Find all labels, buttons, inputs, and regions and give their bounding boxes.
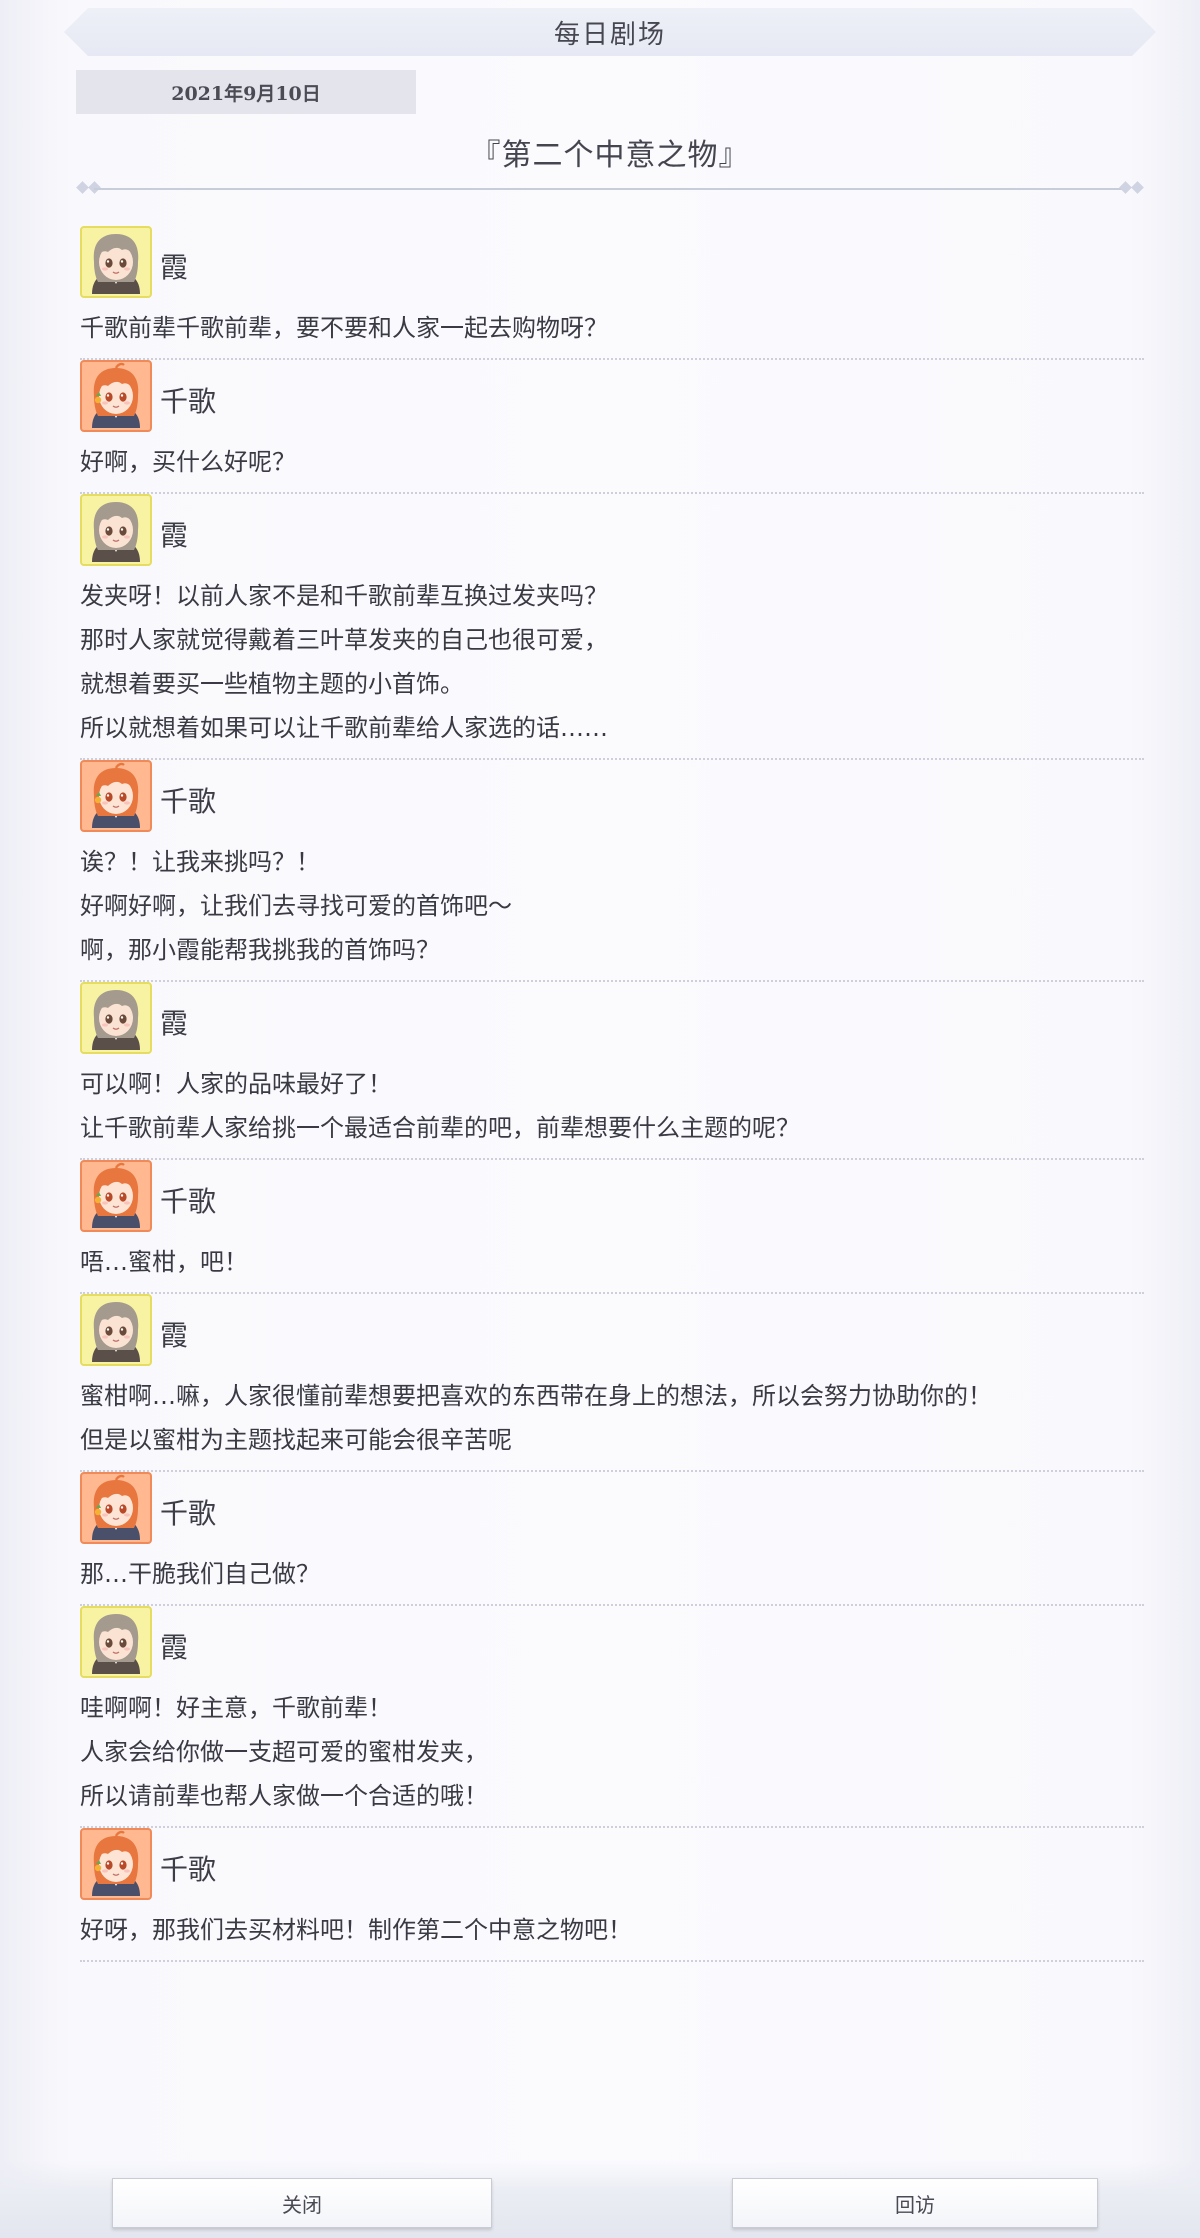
chika-avatar-icon [80, 1828, 152, 1900]
speaker-row: 千歌 [80, 1472, 1144, 1544]
dialogue-entry: 霞哇啊啊！好主意，千歌前辈！ 人家会给你做一支超可爱的蜜柑发夹， 所以请前辈也帮人家… [80, 1606, 1144, 1828]
chika-avatar-icon [80, 1472, 152, 1544]
divider-diamond-left-outer [76, 181, 89, 194]
speaker-row: 霞 [80, 982, 1144, 1054]
dialogue-entry: 霞蜜柑啊…嘛，人家很懂前辈想要把喜欢的东西带在身上的想法，所以会努力协助你的！ 但… [80, 1294, 1144, 1472]
dialogue-line: 但是以蜜柑为主题找起来可能会很辛苦呢 [80, 1426, 512, 1454]
kasumi-avatar-icon [80, 1294, 152, 1366]
dialogue-line: 好啊好啊，让我们去寻找可爱的首饰吧～ [80, 892, 512, 920]
dialogue-line: 人家会给你做一支超可爱的蜜柑发夹， [80, 1738, 488, 1766]
dialogue-lines: 好呀，那我们去买材料吧！制作第二个中意之物吧！ [80, 1900, 1144, 1960]
dialogue-lines: 蜜柑啊…嘛，人家很懂前辈想要把喜欢的东西带在身上的想法，所以会努力协助你的！ 但是… [80, 1366, 1144, 1470]
dialogue-entry: 千歌好呀，那我们去买材料吧！制作第二个中意之物吧！ [80, 1828, 1144, 1962]
close-button[interactable]: 关闭 [112, 2178, 492, 2228]
speaker-row: 霞 [80, 226, 1144, 298]
speaker-name: 霞 [160, 519, 189, 552]
dialogue-line: 好啊，买什么好呢？ [80, 448, 296, 476]
speaker-name: 千歌 [160, 385, 217, 418]
dialogue-line: 发夹呀！以前人家不是和千歌前辈互换过发夹吗？ [80, 582, 608, 610]
dialogue-lines: 发夹呀！以前人家不是和千歌前辈互换过发夹吗？ 那时人家就觉得戴着三叶草发夹的自己也… [80, 566, 1144, 758]
dialogue-entry: 霞千歌前辈千歌前辈，要不要和人家一起去购物呀？ [80, 226, 1144, 360]
chika-avatar-icon [80, 1160, 152, 1232]
kasumi-avatar-icon [80, 982, 152, 1054]
dialogue-entry: 千歌诶？！让我来挑吗？！ 好啊好啊，让我们去寻找可爱的首饰吧～ 啊，那小霞能帮我挑我… [80, 760, 1144, 982]
dialogue-line: 啊，那小霞能帮我挑我的首饰吗？ [80, 936, 440, 964]
kasumi-avatar-icon [80, 1606, 152, 1678]
date-box: 2021年9月10日 [76, 70, 416, 114]
divider-diamond-right-inner [1119, 181, 1132, 194]
speaker-name: 霞 [160, 1007, 189, 1040]
speaker-name: 千歌 [160, 1185, 217, 1218]
speaker-row: 千歌 [80, 760, 1144, 832]
dialogue-lines: 好啊，买什么好呢？ [80, 432, 1144, 492]
conversation-list[interactable]: 霞千歌前辈千歌前辈，要不要和人家一起去购物呀？ 千歌 好啊，买什么好呢？霞发夹呀！以… [80, 226, 1144, 1962]
dialogue-lines: 诶？！让我来挑吗？！ 好啊好啊，让我们去寻找可爱的首饰吧～ 啊，那小霞能帮我挑我的首… [80, 832, 1144, 980]
dialogue-lines: 唔…蜜柑，吧！ [80, 1232, 1144, 1292]
speaker-name: 霞 [160, 1319, 189, 1352]
dialogue-entry: 霞发夹呀！以前人家不是和千歌前辈互换过发夹吗？ 那时人家就觉得戴着三叶草发夹的自己… [80, 494, 1144, 760]
speaker-row: 霞 [80, 494, 1144, 566]
dialogue-line: 蜜柑啊…嘛，人家很懂前辈想要把喜欢的东西带在身上的想法，所以会努力协助你的！ [80, 1382, 992, 1410]
kasumi-avatar-icon [80, 226, 152, 298]
speaker-row: 千歌 [80, 1828, 1144, 1900]
divider-line [94, 188, 1126, 190]
revisit-button[interactable]: 回访 [732, 2178, 1098, 2228]
dialogue-lines: 可以啊！人家的品味最好了！ 让千歌前辈人家给挑一个最适合前辈的吧，前辈想要什么主题… [80, 1054, 1144, 1158]
dialogue-line: 诶？！让我来挑吗？！ [80, 848, 320, 876]
dialogue-line: 让千歌前辈人家给挑一个最适合前辈的吧，前辈想要什么主题的呢？ [80, 1114, 800, 1142]
title-divider [76, 180, 1144, 198]
speaker-name: 千歌 [160, 785, 217, 818]
dialogue-line: 所以就想着如果可以让千歌前辈给人家选的话…… [80, 714, 608, 742]
speaker-row: 千歌 [80, 1160, 1144, 1232]
dialogue-line: 就想着要买一些植物主题的小首饰。 [80, 670, 464, 698]
dialogue-entry: 千歌唔…蜜柑，吧！ [80, 1160, 1144, 1294]
dialogue-line: 可以啊！人家的品味最好了！ [80, 1070, 392, 1098]
dialogue-line: 千歌前辈千歌前辈，要不要和人家一起去购物呀？ [80, 314, 608, 342]
speaker-name: 千歌 [160, 1497, 217, 1530]
chika-avatar-icon [80, 760, 152, 832]
speaker-row: 霞 [80, 1294, 1144, 1366]
dialogue-line: 唔…蜜柑，吧！ [80, 1248, 248, 1276]
dialogue-line: 好呀，那我们去买材料吧！制作第二个中意之物吧！ [80, 1916, 632, 1944]
dialogue-entry: 千歌那…干脆我们自己做？ [80, 1472, 1144, 1606]
dialogue-lines: 哇啊啊！好主意，千歌前辈！ 人家会给你做一支超可爱的蜜柑发夹， 所以请前辈也帮人家做… [80, 1678, 1144, 1826]
chika-avatar-icon [80, 360, 152, 432]
dialogue-entry: 霞可以啊！人家的品味最好了！ 让千歌前辈人家给挑一个最适合前辈的吧，前辈想要什么主… [80, 982, 1144, 1160]
dialogue-lines: 那…干脆我们自己做？ [80, 1544, 1144, 1604]
dialogue-line: 那时人家就觉得戴着三叶草发夹的自己也很可爱， [80, 626, 608, 654]
divider-diamond-right-outer [1131, 181, 1144, 194]
header-bar: 每日剧场 [64, 8, 1156, 56]
speaker-name: 霞 [160, 1631, 189, 1664]
dialogue-line: 所以请前辈也帮人家做一个合适的哦！ [80, 1782, 488, 1810]
speaker-name: 霞 [160, 251, 189, 284]
speaker-row: 霞 [80, 1606, 1144, 1678]
dialogue-lines: 千歌前辈千歌前辈，要不要和人家一起去购物呀？ [80, 298, 1144, 358]
speaker-row: 千歌 [80, 360, 1144, 432]
dialogue-entry: 千歌好啊，买什么好呢？ [80, 360, 1144, 494]
speaker-name: 千歌 [160, 1853, 217, 1886]
date-label: 2021年9月10日 [171, 82, 321, 105]
story-title: 『第二个中意之物』 [470, 138, 750, 173]
kasumi-avatar-icon [80, 494, 152, 566]
dialogue-line: 哇啊啊！好主意，千歌前辈！ [80, 1694, 392, 1722]
header-title: 每日剧场 [553, 19, 666, 50]
dialogue-line: 那…干脆我们自己做？ [80, 1560, 320, 1588]
